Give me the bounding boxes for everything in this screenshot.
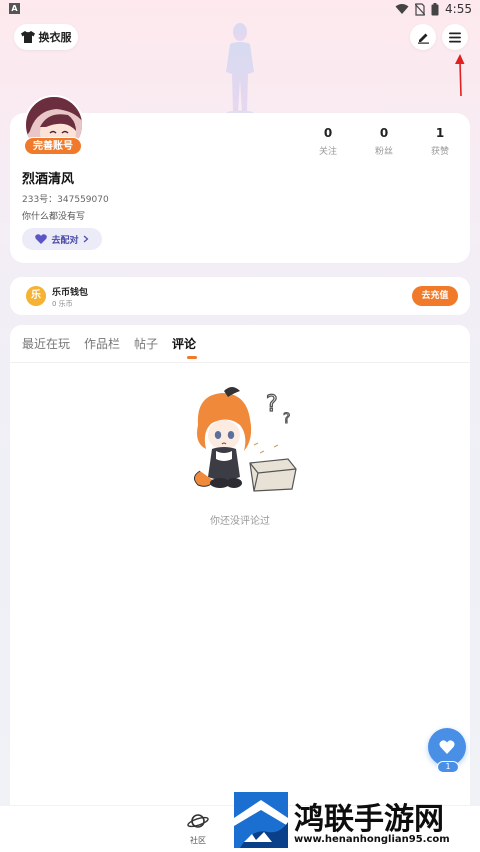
tshirt-icon (20, 31, 35, 43)
wallet-balance: 0 乐币 (52, 300, 73, 308)
stat-following-value: 0 (323, 126, 333, 140)
watermark-title: 鸿联手游网 (294, 802, 444, 837)
status-bar: A 4:55 (0, 0, 480, 22)
planet-icon (187, 814, 209, 828)
user-id: 233号：347559070 (22, 195, 109, 205)
watermark-logo-icon (234, 792, 288, 848)
stat-likes[interactable]: 1 获赞 (412, 126, 468, 157)
stat-followers[interactable]: 0 粉丝 (356, 126, 412, 157)
chevron-right-icon (83, 235, 88, 243)
change-outfit-label: 换衣服 (38, 31, 72, 44)
svg-text:?: ? (266, 392, 278, 417)
change-outfit-button[interactable]: 换衣服 (14, 24, 78, 50)
status-icons: 4:55 (395, 2, 472, 16)
empty-state-text: 你还没评论过 (210, 516, 270, 527)
status-time: 4:55 (445, 2, 472, 16)
heart-icon (35, 234, 48, 244)
tab-comments[interactable]: 评论 (172, 335, 196, 352)
stat-following[interactable]: 0 关注 (300, 126, 356, 157)
complete-account-badge[interactable]: 完善账号 (24, 137, 82, 155)
user-bio: 你什么都没有写 (22, 212, 86, 222)
tab-recently-played[interactable]: 最近在玩 (22, 335, 70, 352)
stat-followers-value: 0 (379, 126, 389, 140)
stat-likes-value: 1 (435, 126, 445, 140)
wallet-title: 乐币钱包 (52, 288, 89, 298)
edit-profile-button[interactable] (410, 24, 436, 50)
stat-followers-label: 粉丝 (374, 147, 393, 157)
no-sim-icon (415, 2, 426, 16)
watermark: 鸿联手游网 www.henanhonglian95.com (234, 792, 480, 852)
username: 烈酒清风 (22, 172, 75, 187)
pencil-icon (417, 33, 429, 44)
hamburger-menu-icon (449, 32, 461, 42)
avatar-figure-icon[interactable] (212, 20, 268, 116)
stat-likes-label: 获赞 (430, 147, 449, 157)
coin-icon: 乐 (26, 286, 46, 306)
app-notification-icon: A (9, 3, 20, 14)
wifi-icon (395, 4, 409, 14)
tab-posts[interactable]: 帖子 (134, 335, 158, 352)
svg-text:?: ? (283, 411, 290, 427)
profile-stats: 0 关注 0 粉丝 1 获赞 (300, 126, 470, 157)
stat-following-label: 关注 (318, 147, 337, 157)
watermark-url: www.henanhonglian95.com (294, 834, 450, 845)
red-arrow-annotation (455, 54, 465, 96)
battery-icon (431, 2, 439, 15)
tab-divider (10, 362, 470, 363)
active-tab-indicator (187, 356, 197, 359)
nav-item-community-label: 社区 (190, 836, 206, 845)
menu-button[interactable] (442, 24, 468, 50)
like-count-badge: 1 (437, 761, 459, 773)
tab-works[interactable]: 作品栏 (84, 335, 120, 352)
confused-mascot-illustration-icon: ? ? (194, 387, 297, 492)
profile-tabs: 最近在玩 作品栏 帖子 评论 (22, 335, 196, 352)
match-button-label: 去配对 (51, 235, 79, 246)
recharge-button[interactable]: 去充值 (412, 286, 458, 306)
nav-item-community[interactable]: 社区 (186, 812, 210, 846)
heart-icon (439, 740, 455, 754)
match-button[interactable]: 去配对 (22, 228, 102, 250)
